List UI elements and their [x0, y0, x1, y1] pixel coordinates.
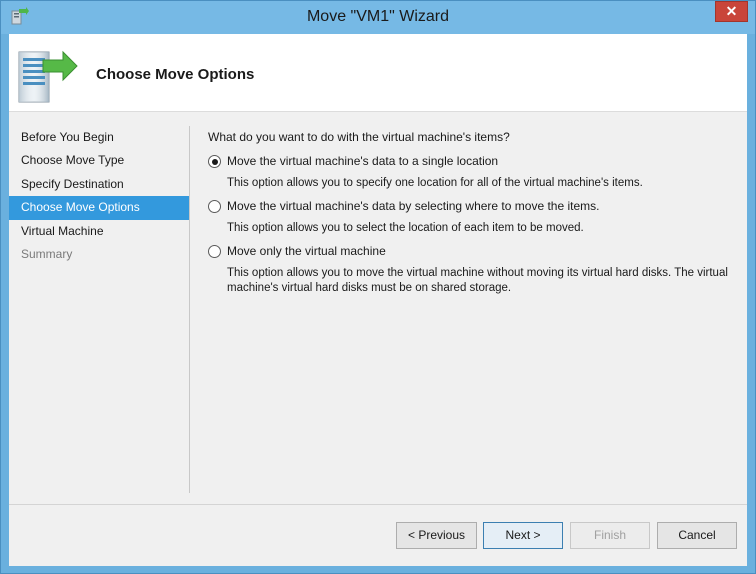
option-label[interactable]: Move the virtual machine's data by selec… — [227, 199, 738, 214]
radio-single-location[interactable] — [208, 155, 221, 168]
nav-item-specify-destination[interactable]: Specify Destination — [9, 173, 189, 196]
footer-separator — [9, 504, 747, 505]
nav-item-choose-move-type[interactable]: Choose Move Type — [9, 149, 189, 172]
options-panel: What do you want to do with the virtual … — [208, 130, 738, 304]
next-button[interactable]: Next > — [483, 522, 563, 549]
window-title: Move "VM1" Wizard — [306, 8, 450, 25]
nav-item-virtual-machine[interactable]: Virtual Machine — [9, 220, 189, 243]
question-label: What do you want to do with the virtual … — [208, 130, 510, 144]
option-single-location[interactable]: Move the virtual machine's data to a sin… — [208, 154, 738, 191]
page-title: Choose Move Options — [96, 66, 255, 83]
close-button[interactable]: ✕ — [715, 1, 748, 22]
option-select-locations[interactable]: Move the virtual machine's data by selec… — [208, 199, 738, 236]
option-label[interactable]: Move the virtual machine's data to a sin… — [227, 154, 738, 169]
wizard-steps-nav: Before You Begin Choose Move Type Specif… — [9, 126, 189, 266]
server-move-icon — [18, 50, 78, 103]
radio-move-vm-only[interactable] — [208, 245, 221, 258]
wizard-header: Choose Move Options — [9, 34, 747, 112]
finish-button: Finish — [570, 522, 650, 549]
wizard-body: Choose Move Options Before You Begin Cho… — [9, 34, 747, 566]
radio-select-locations[interactable] — [208, 200, 221, 213]
nav-divider — [189, 126, 190, 493]
option-description: This option allows you to specify one lo… — [227, 177, 643, 189]
option-description: This option allows you to select the loc… — [227, 222, 584, 234]
option-move-vm-only[interactable]: Move only the virtual machine This optio… — [208, 244, 738, 296]
nav-item-summary: Summary — [21, 246, 73, 261]
wizard-window: Move "VM1" Wizard ✕ Choose Move Options … — [0, 0, 756, 574]
option-description: This option allows you to move the virtu… — [227, 267, 728, 294]
option-label[interactable]: Move only the virtual machine — [227, 244, 738, 259]
previous-button[interactable]: < Previous — [396, 522, 477, 549]
title-bar[interactable]: Move "VM1" Wizard ✕ — [1, 1, 755, 34]
cancel-button[interactable]: Cancel — [657, 522, 737, 549]
nav-item-choose-move-options[interactable]: Choose Move Options — [9, 196, 189, 220]
nav-item-before-you-begin[interactable]: Before You Begin — [9, 126, 189, 149]
